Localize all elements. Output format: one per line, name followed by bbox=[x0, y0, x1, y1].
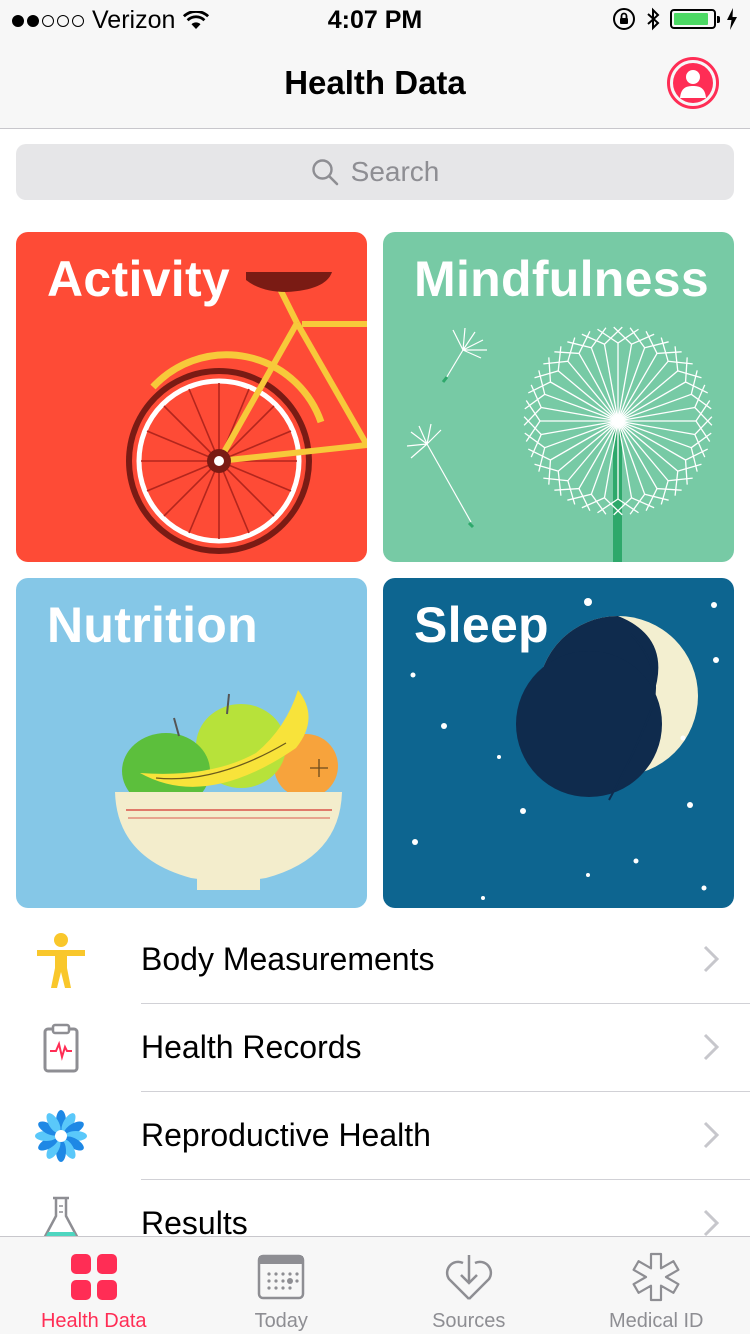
tile-label: Nutrition bbox=[47, 597, 258, 653]
charging-bolt-icon bbox=[727, 8, 737, 30]
category-list: Body Measurements Health Records Reprodu… bbox=[0, 916, 750, 1268]
chevron-right-icon bbox=[703, 1033, 720, 1061]
status-icons bbox=[612, 7, 738, 31]
search-field[interactable]: Search bbox=[16, 144, 734, 200]
category-tile-mindfulness[interactable]: Mindfulness bbox=[383, 232, 734, 562]
list-item-label: Health Records bbox=[141, 1029, 362, 1065]
list-item-health-records[interactable]: Health Records bbox=[0, 1004, 750, 1092]
tab-health-data[interactable]: Health Data bbox=[0, 1237, 188, 1334]
list-item-label: Body Measurements bbox=[141, 941, 435, 977]
page-title: Health Data bbox=[284, 64, 466, 101]
list-item-reproductive-health[interactable]: Reproductive Health bbox=[0, 1092, 750, 1180]
clipboard-icon bbox=[26, 1018, 96, 1078]
tab-label: Sources bbox=[432, 1310, 506, 1332]
asterisk-icon bbox=[630, 1251, 682, 1303]
status-bar: Verizon 4:07 PM bbox=[0, 0, 750, 40]
tile-label: Activity bbox=[47, 251, 231, 307]
figure-icon bbox=[26, 930, 96, 990]
tile-label: Mindfulness bbox=[414, 251, 709, 307]
chevron-right-icon bbox=[703, 1121, 720, 1149]
person-icon bbox=[673, 63, 713, 103]
tab-today[interactable]: Today bbox=[188, 1237, 376, 1334]
list-item-label: Reproductive Health bbox=[141, 1117, 431, 1153]
flower-icon bbox=[26, 1106, 96, 1166]
tab-label: Medical ID bbox=[609, 1310, 704, 1332]
profile-button[interactable] bbox=[667, 57, 719, 109]
calendar-icon bbox=[255, 1251, 307, 1303]
tab-bar: Health Data Today Sources Medical ID bbox=[0, 1236, 750, 1334]
tab-medical-id[interactable]: Medical ID bbox=[563, 1237, 750, 1334]
bluetooth-icon bbox=[647, 7, 660, 31]
category-tile-nutrition[interactable]: Nutrition bbox=[16, 578, 367, 908]
rotation-lock-icon bbox=[613, 8, 635, 30]
heart-download-icon bbox=[443, 1251, 495, 1303]
list-item-body-measurements[interactable]: Body Measurements bbox=[0, 916, 750, 1004]
tile-label: Sleep bbox=[414, 597, 549, 653]
battery-icon bbox=[670, 9, 720, 29]
chevron-right-icon bbox=[703, 945, 720, 973]
navigation-bar: Health Data bbox=[0, 40, 750, 129]
category-tile-sleep[interactable]: Sleep bbox=[383, 578, 734, 908]
search-placeholder: Search bbox=[350, 156, 440, 187]
chevron-right-icon bbox=[703, 1209, 720, 1237]
category-tile-activity[interactable]: Activity bbox=[16, 232, 367, 562]
tab-label: Health Data bbox=[40, 1310, 147, 1332]
search-icon bbox=[311, 159, 338, 186]
grid-icon bbox=[68, 1251, 120, 1303]
tab-label: Today bbox=[254, 1310, 308, 1332]
tab-sources[interactable]: Sources bbox=[375, 1237, 563, 1334]
